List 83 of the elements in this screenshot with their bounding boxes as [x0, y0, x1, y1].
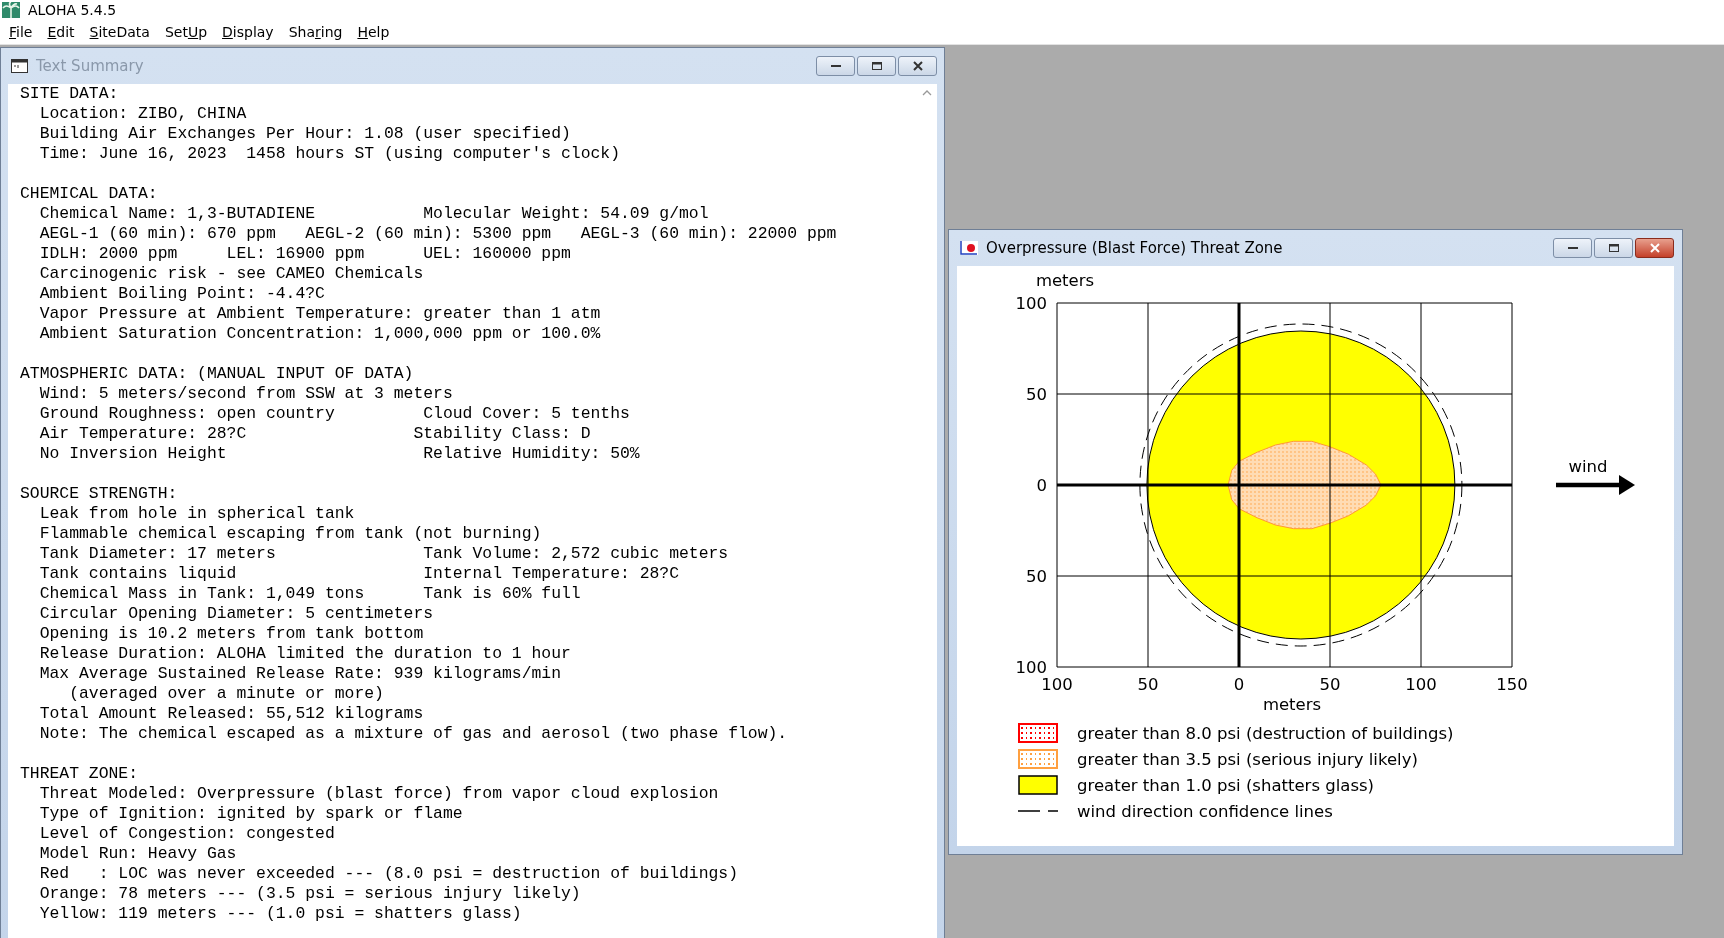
- summary-line: Orange: 78 meters --- (3.5 psi = serious injury likely): [38, 884, 582, 904]
- minimize-icon: [1567, 247, 1578, 249]
- summary-line: Tank Diameter: 17 meters Tank Volume: 2,572 cubic meters: [38, 544, 730, 564]
- window-icon: [11, 59, 28, 73]
- axis-tick-label: 50: [1026, 567, 1047, 586]
- summary-line: Air Temperature: 28?C Stability Class: D: [38, 424, 592, 444]
- menu-item[interactable]: File: [3, 22, 39, 42]
- menu-item[interactable]: Sharing: [282, 22, 349, 42]
- wind-label: wind: [1568, 457, 1608, 476]
- maximize-button[interactable]: [857, 56, 896, 76]
- summary-line: No Inversion Height Relative Humidity: 50%: [38, 444, 641, 464]
- summary-line: Location: ZIBO, CHINA: [38, 104, 248, 124]
- scroll-up-icon[interactable]: [922, 90, 932, 96]
- summary-line: IDLH: 2000 ppm LEL: 16900 ppm UEL: 160000 ppm: [38, 244, 572, 264]
- axis-tick-label: 100: [1015, 658, 1047, 677]
- close-button[interactable]: [1635, 238, 1674, 258]
- summary-line: Time: June 16, 2023 1458 hours ST (using computer's clock): [38, 144, 621, 164]
- minimize-icon: [830, 65, 841, 67]
- summary-line: Model Run: Heavy Gas: [38, 844, 238, 864]
- axis-tick-label: 0: [1233, 675, 1245, 694]
- close-icon: [912, 61, 923, 71]
- summary-line: AEGL-1 (60 min): 670 ppm AEGL-2 (60 min): 5300 ppm AEGL-3 (60 min): 22000 ppm: [38, 224, 838, 244]
- summary-line: Max Average Sustained Release Rate: 939 kilograms/min: [38, 664, 562, 684]
- minimize-button[interactable]: [816, 56, 855, 76]
- summary-line: Red : LOC was never exceeded --- (8.0 psi = destruction of buildings): [38, 864, 740, 884]
- restore-icon: [1608, 244, 1619, 252]
- maximize-button[interactable]: [1594, 238, 1633, 258]
- legend-label: greater than 3.5 psi (serious injury likely): [1077, 749, 1418, 769]
- summary-line: Tank contains liquid Internal Temperature: 28?C: [38, 564, 680, 584]
- summary-line: Ambient Boiling Point: -4.4?C: [38, 284, 326, 304]
- chart-icon: [960, 241, 978, 255]
- summary-line: Building Air Exchanges Per Hour: 1.08 (user specified): [38, 124, 572, 144]
- window-title: Overpressure (Blast Force) Threat Zone: [986, 239, 1283, 257]
- summary-line: Total Amount Released: 55,512 kilograms: [38, 704, 425, 724]
- summary-line: Type of Ignition: ignited by spark or flame: [38, 804, 464, 824]
- menu-item[interactable]: Edit: [41, 22, 81, 42]
- summary-line: Wind: 5 meters/second from SSW at 3 meters: [38, 384, 454, 404]
- menu-item[interactable]: SetUp: [158, 22, 214, 42]
- axis-tick-label: 50: [1026, 385, 1047, 404]
- dash-line-icon: [1018, 810, 1058, 812]
- axis-tick-label: 50: [1319, 675, 1341, 694]
- minimize-button[interactable]: [1553, 238, 1592, 258]
- legend-label: greater than 8.0 psi (destruction of buildings): [1077, 723, 1454, 743]
- axis-tick-label: 50: [1137, 675, 1159, 694]
- section-heading: SOURCE STRENGTH:: [20, 484, 179, 504]
- summary-line: Note: The chemical escaped as a mixture of gas and aerosol (two phase flow).: [38, 724, 789, 744]
- summary-line: Ground Roughness: open country Cloud Cover: 5 tenths: [38, 404, 631, 424]
- summary-line: Leak from hole in spherical tank: [38, 504, 356, 524]
- axis-tick-label: 100: [1405, 675, 1437, 694]
- legend-label: wind direction confidence lines: [1077, 801, 1333, 821]
- restore-icon: [871, 62, 882, 70]
- palm-tree-icon: [2, 2, 20, 18]
- section-heading: THREAT ZONE:: [20, 764, 140, 784]
- summary-line: Chemical Name: 1,3-BUTADIENE Molecular Weight: 54.09 g/mol: [38, 204, 710, 224]
- section-heading: ATMOSPHERIC DATA: (MANUAL INPUT OF DATA): [20, 364, 415, 384]
- summary-line: Flammable chemical escaping from tank (not burning): [38, 524, 543, 544]
- section-heading: CHEMICAL DATA:: [20, 184, 159, 204]
- summary-line: Vapor Pressure at Ambient Temperature: greater than 1 atm: [38, 304, 602, 324]
- menu-item[interactable]: SiteData: [83, 22, 156, 42]
- menu-item[interactable]: Help: [351, 22, 396, 42]
- close-icon: [1649, 243, 1660, 253]
- axis-tick-label: 0: [1036, 476, 1047, 495]
- axis-tick-label: 150: [1496, 675, 1528, 694]
- window-title: Text Summary: [36, 57, 144, 75]
- summary-line: Circular Opening Diameter: 5 centimeters: [38, 604, 435, 624]
- summary-line: Threat Modeled: Overpressure (blast force) from vapor cloud explosion: [38, 784, 720, 804]
- axis-tick-label: 100: [1041, 675, 1073, 694]
- summary-line: Release Duration: ALOHA limited the duration to 1 hour: [38, 644, 572, 664]
- axis-tick-label: 100: [1015, 294, 1047, 313]
- legend-label: greater than 1.0 psi (shatters glass): [1077, 775, 1375, 795]
- close-button[interactable]: [898, 56, 937, 76]
- summary-line: Ambient Saturation Concentration: 1,000,000 ppm or 100.0%: [38, 324, 602, 344]
- menu-item[interactable]: Display: [216, 22, 280, 42]
- summary-line: Carcinogenic risk - see CAMEO Chemicals: [38, 264, 425, 284]
- summary-line: Level of Congestion: congested: [38, 824, 336, 844]
- summary-line: Chemical Mass in Tank: 1,049 tons Tank is 60% full: [38, 584, 582, 604]
- section-heading: SITE DATA:: [20, 84, 120, 104]
- summary-line: (averaged over a minute or more): [68, 684, 385, 704]
- app-title: ALOHA 5.4.5: [28, 2, 117, 18]
- axis-title: meters: [1035, 271, 1095, 290]
- axis-title: meters: [1262, 695, 1322, 714]
- summary-line: Yellow: 119 meters --- (1.0 psi = shatters glass): [38, 904, 523, 924]
- summary-line: Opening is 10.2 meters from tank bottom: [38, 624, 425, 644]
